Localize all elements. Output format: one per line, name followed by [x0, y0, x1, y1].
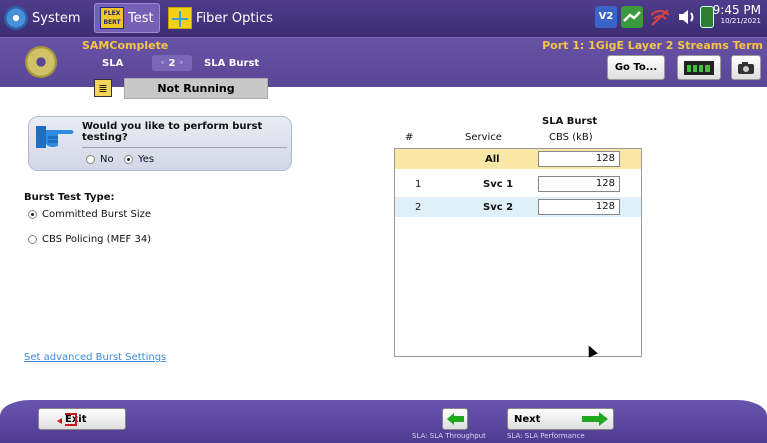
- radio-cbs-policing[interactable]: CBS Policing (MEF 34): [28, 234, 151, 245]
- col-burst-title: SLA Burst: [542, 116, 598, 127]
- fiber-optics-tab[interactable]: Fiber Optics: [168, 3, 273, 33]
- radio-yes[interactable]: Yes: [124, 154, 154, 165]
- top-bar: System FLEX BERT Test Fiber Optics V2 9:…: [0, 0, 767, 37]
- camera-icon: [738, 61, 754, 74]
- radio-yes-label: Yes: [138, 154, 155, 165]
- flex-bert-icon: FLEX BERT: [100, 7, 124, 29]
- chevron-right-icon[interactable]: ›: [179, 58, 183, 68]
- advanced-burst-settings-link[interactable]: Set advanced Burst Settings: [24, 352, 166, 363]
- settings-gear-icon[interactable]: [25, 46, 57, 78]
- radio-committed-burst-size[interactable]: Committed Burst Size: [28, 209, 151, 220]
- clock-date: 10/21/2021: [720, 17, 761, 25]
- back-caption: SLA: SLA Throughput: [412, 432, 486, 440]
- screenshot-button[interactable]: [731, 55, 761, 80]
- clock: 9:45 PM 10/21/2021: [713, 4, 761, 25]
- table-row-all[interactable]: All 128: [395, 149, 641, 169]
- speaker-icon[interactable]: [676, 6, 698, 28]
- step-selector[interactable]: ‹ 2 ›: [152, 55, 192, 71]
- back-button[interactable]: [442, 408, 468, 430]
- section-label: SLA: [102, 58, 124, 69]
- col-service-header: Service: [465, 132, 502, 143]
- table-row-svc1[interactable]: 1 Svc 1 128: [395, 174, 641, 194]
- row-num: 2: [415, 201, 422, 213]
- radio-committed-label: Committed Burst Size: [42, 209, 152, 220]
- app-name: SAMComplete: [82, 39, 169, 52]
- burst-test-type-label: Burst Test Type:: [24, 192, 115, 203]
- row-service: All: [485, 153, 500, 165]
- radio-cbs-policing-label: CBS Policing (MEF 34): [42, 234, 152, 245]
- subsection-label: SLA Burst: [204, 58, 260, 69]
- row-service: Svc 2: [483, 201, 514, 213]
- test-tab[interactable]: FLEX BERT Test: [94, 3, 160, 33]
- step-number: 2: [168, 57, 176, 69]
- cbs-input-svc2[interactable]: 128: [538, 199, 620, 215]
- question-divider: [82, 147, 287, 148]
- next-button[interactable]: Next: [507, 408, 614, 430]
- col-cbs-header: CBS (kB): [549, 132, 593, 143]
- goto-button[interactable]: Go To...: [607, 55, 665, 80]
- system-tab-label: System: [32, 10, 81, 26]
- status-strip: ≣ Not Running: [0, 78, 767, 99]
- radio-no-circle[interactable]: [86, 155, 95, 164]
- system-tab[interactable]: System: [4, 3, 80, 33]
- radio-committed-circle[interactable]: [28, 210, 37, 219]
- clock-time: 9:45 PM: [712, 3, 761, 17]
- cbs-input-svc1[interactable]: 128: [538, 176, 620, 192]
- radio-no-label: No: [100, 154, 114, 165]
- table-row-svc2[interactable]: 2 Svc 2 128: [395, 197, 641, 217]
- notes-icon[interactable]: ≣: [94, 79, 112, 97]
- row-num: 1: [415, 178, 422, 190]
- fiber-optics-tab-label: Fiber Optics: [196, 10, 273, 26]
- exit-button[interactable]: Exit: [38, 408, 126, 430]
- test-tab-label: Test: [128, 10, 154, 26]
- fiber-optics-icon: [168, 7, 192, 29]
- row-service: Svc 1: [483, 178, 514, 190]
- radio-cbs-policing-circle[interactable]: [28, 235, 37, 244]
- results-display-button[interactable]: [677, 55, 721, 80]
- cbs-input-all[interactable]: 128: [538, 151, 620, 167]
- burst-question-text: Would you like to perform burst testing?: [82, 121, 263, 143]
- system-gear-icon: [4, 6, 28, 30]
- link-status-icon[interactable]: [621, 6, 643, 28]
- arrow-left-icon: [447, 413, 464, 425]
- next-caption: SLA: SLA Performance: [507, 432, 585, 440]
- next-label: Next: [514, 413, 541, 425]
- v2-status-icon[interactable]: V2: [595, 6, 617, 28]
- exit-icon: [57, 413, 77, 426]
- port-info: Port 1: 1GigE Layer 2 Streams Term: [542, 39, 763, 52]
- radio-yes-circle[interactable]: [124, 155, 133, 164]
- results-display-icon: [684, 60, 714, 75]
- run-status: Not Running: [124, 78, 268, 99]
- wifi-off-icon[interactable]: [648, 6, 670, 28]
- col-num-header: #: [405, 132, 414, 143]
- chevron-left-icon[interactable]: ‹: [161, 58, 165, 68]
- radio-no[interactable]: No: [86, 154, 114, 165]
- pointing-hand-icon: [36, 126, 74, 148]
- arrow-right-icon: [582, 412, 608, 426]
- app-window: System FLEX BERT Test Fiber Optics V2 9:…: [0, 0, 767, 443]
